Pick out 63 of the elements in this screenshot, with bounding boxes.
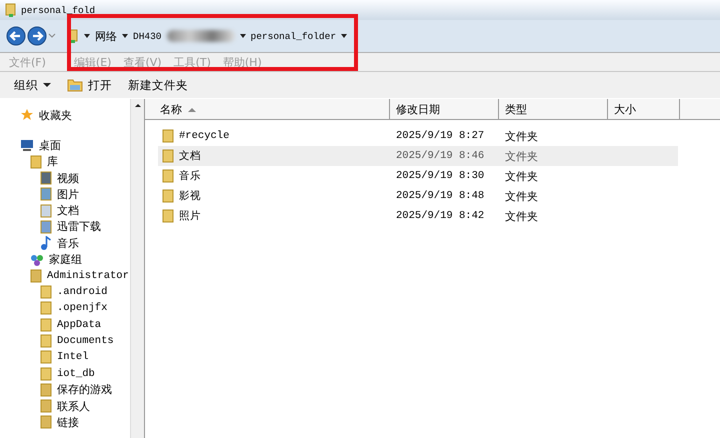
blurred-block — [166, 30, 235, 42]
column-header[interactable]: 修改日期 — [390, 99, 499, 119]
tree-item[interactable]: 收藏夹 — [0, 107, 130, 124]
music-note-icon — [40, 236, 52, 250]
monitor-icon — [20, 139, 34, 152]
caret-icon[interactable] — [341, 33, 348, 39]
window-title: personal_fold — [21, 4, 96, 16]
file-row[interactable]: 音乐 2025/9/19 8:30 文件夹 — [158, 166, 678, 186]
path-segment[interactable]: 网络 — [95, 28, 117, 44]
tree-item[interactable]: 视频 — [0, 170, 130, 186]
file-name: 文档 — [179, 149, 201, 163]
tree-item[interactable]: 家庭组 — [0, 251, 130, 268]
caret-icon[interactable] — [240, 33, 246, 39]
tree-item[interactable]: Administrator — [0, 268, 130, 284]
tree-item[interactable]: 保存的游戏 — [0, 382, 130, 398]
tree-item[interactable]: 文档 — [0, 202, 130, 219]
column-header[interactable]: 类型 — [499, 99, 608, 119]
tree-item[interactable]: Intel — [0, 349, 130, 366]
file-type: 文件夹 — [505, 168, 538, 184]
file-type: 文件夹 — [505, 208, 538, 224]
file-type: 文件夹 — [505, 148, 538, 164]
tree-item[interactable]: AppData — [0, 316, 130, 333]
file-row[interactable]: #recycle 2025/9/19 8:27 文件夹 — [158, 126, 678, 146]
caret-icon — [43, 82, 51, 88]
column-header[interactable]: 大小 — [608, 99, 680, 119]
file-name: 影视 — [179, 189, 201, 203]
file-name: 照片 — [179, 209, 201, 223]
file-row[interactable]: 影视 2025/9/19 8:48 文件夹 — [158, 186, 678, 206]
tree-item[interactable]: Documents — [0, 332, 130, 350]
path-segment[interactable]: personal_folder — [250, 30, 336, 42]
toolbar-button[interactable]: 打开 — [61, 76, 118, 94]
scrollbar[interactable] — [130, 99, 144, 438]
tree-item[interactable]: 库 — [0, 154, 130, 170]
tree-item[interactable]: 桌面 — [0, 137, 130, 154]
back-button[interactable] — [6, 26, 26, 46]
tree-item[interactable]: iot_db — [0, 365, 130, 382]
toolbar-button[interactable]: 组织 — [8, 76, 57, 94]
star-icon — [20, 108, 34, 122]
forward-button[interactable] — [27, 26, 47, 46]
column-header[interactable]: 名称 — [145, 99, 390, 119]
file-name: #recycle — [179, 130, 230, 142]
file-row[interactable]: 照片 2025/9/19 8:42 文件夹 — [158, 206, 678, 226]
file-type: 文件夹 — [505, 188, 538, 204]
network-icon — [30, 252, 44, 267]
tree-item[interactable]: 图片 — [0, 186, 130, 202]
caret-icon[interactable] — [84, 33, 90, 39]
tree-item[interactable]: 音乐 — [0, 235, 130, 252]
caret-icon[interactable] — [122, 33, 128, 39]
tree-item[interactable]: .android — [0, 284, 130, 300]
modified-date: 2025/9/19 8:30 — [396, 170, 484, 182]
modified-date: 2025/9/19 8:42 — [396, 210, 484, 222]
tree-item[interactable]: .openjfx — [0, 300, 130, 317]
tree-item[interactable]: 联系人 — [0, 398, 130, 414]
tree-item[interactable]: 迅雷下载 — [0, 218, 130, 236]
file-name: 音乐 — [179, 169, 201, 183]
modified-date: 2025/9/19 8:48 — [396, 190, 484, 202]
modified-date: 2025/9/19 8:27 — [396, 130, 484, 142]
path-segment[interactable]: DH430 — [133, 30, 162, 42]
file-type: 文件夹 — [505, 128, 538, 144]
modified-date: 2025/9/19 8:46 — [396, 150, 484, 162]
toolbar-button[interactable]: 新建文件夹 — [122, 76, 194, 94]
file-row[interactable]: 文档 2025/9/19 8:46 文件夹 — [158, 146, 678, 166]
tree-item[interactable]: 链接 — [0, 414, 130, 431]
